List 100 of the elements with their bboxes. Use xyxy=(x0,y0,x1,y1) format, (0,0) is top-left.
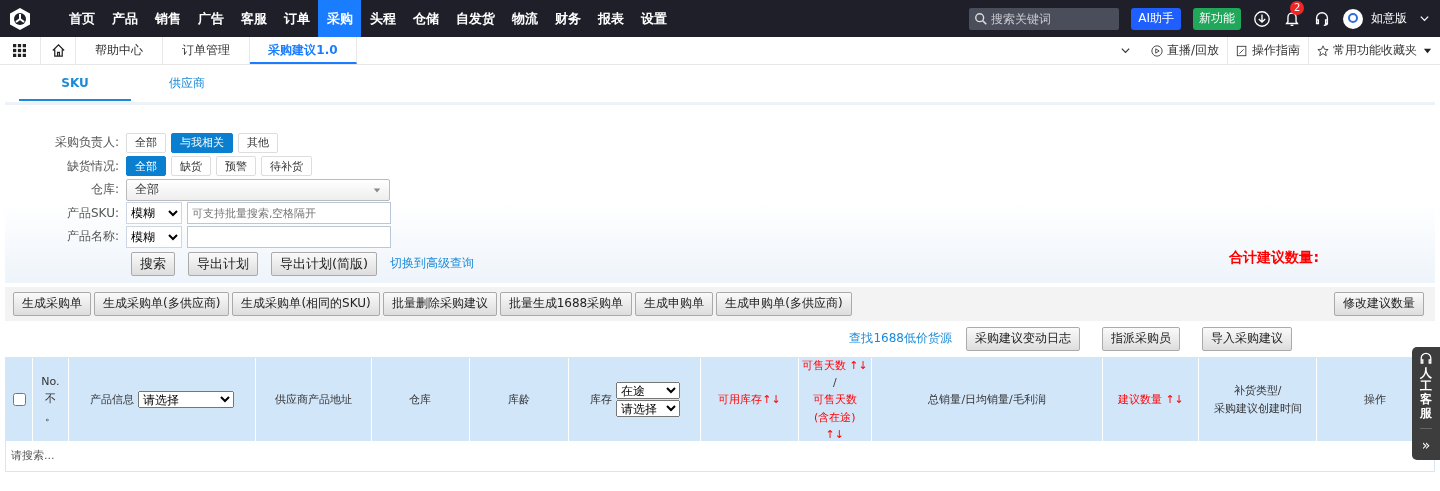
nav-item[interactable]: 客服 xyxy=(232,0,275,37)
column-header: 可用库存↑↓ xyxy=(718,391,781,407)
column-header: 库龄 xyxy=(508,391,531,407)
nav-item[interactable]: 头程 xyxy=(361,0,404,37)
filter-label: 采购负责人: xyxy=(53,134,119,152)
filter-option[interactable]: 预警 xyxy=(216,156,256,177)
column-header: 补货类型/ xyxy=(1233,382,1282,398)
collapse-button[interactable]: » xyxy=(1421,436,1431,453)
nav-item[interactable]: 产品 xyxy=(103,0,146,37)
filter-label: 缺货情况: xyxy=(65,157,119,175)
match-mode-select[interactable]: 模糊 xyxy=(126,202,182,225)
search-icon xyxy=(974,11,989,26)
filter-option[interactable]: 缺货 xyxy=(171,156,211,177)
warehouse-dropdown[interactable]: 全部 xyxy=(126,178,390,201)
match-mode-select[interactable]: 模糊 xyxy=(126,225,182,248)
page-tab[interactable]: 订单管理 xyxy=(163,37,250,64)
action-button[interactable]: 导入采购建议 xyxy=(1202,326,1292,351)
nav-item[interactable]: 采购 xyxy=(318,0,361,37)
star-icon xyxy=(1317,44,1329,57)
nav-item[interactable]: 设置 xyxy=(632,0,675,37)
search-input[interactable] xyxy=(187,225,391,248)
edit-note-icon xyxy=(1236,44,1248,57)
form-button[interactable]: 导出计划(简版) xyxy=(271,251,378,276)
total-suggested-quantity-label: 合计建议数量: xyxy=(1229,248,1319,267)
nav-item[interactable]: 报表 xyxy=(589,0,632,37)
filter-label: 仓库: xyxy=(89,181,119,199)
column-header: 可售天数 ↑↓ xyxy=(801,357,868,373)
action-button[interactable]: 采购建议变动日志 xyxy=(966,326,1080,351)
column-filter-select[interactable]: 请选择 xyxy=(615,399,680,417)
favorites-link[interactable]: 常用功能收藏夹 xyxy=(1333,42,1417,59)
filter-option[interactable]: 其他 xyxy=(238,132,278,153)
filter-label: 产品SKU: xyxy=(66,204,119,222)
edit-quantity-button[interactable]: 修改建议数量 xyxy=(1334,291,1424,316)
headset-icon xyxy=(1418,351,1434,367)
nav-item[interactable]: 自发货 xyxy=(447,0,503,37)
nav-item[interactable]: 首页 xyxy=(60,0,103,37)
dropdown-triangle-icon[interactable] xyxy=(1423,46,1432,55)
chevron-down-icon[interactable] xyxy=(1119,45,1131,56)
select-all-checkbox[interactable] xyxy=(13,392,26,406)
column-header: 采购建议创建时间 xyxy=(1213,400,1302,416)
notification-badge: 2 xyxy=(1290,0,1305,15)
page-tab[interactable]: 采购建议1.0 xyxy=(250,37,357,64)
toolbar-button[interactable]: 批量删除采购建议 xyxy=(382,291,497,316)
toolbar-button[interactable]: 生成采购单 xyxy=(13,291,91,316)
column-header: 总销量/日均销量/毛利润 xyxy=(928,391,1046,407)
column-header: 供应商产品地址 xyxy=(274,391,352,407)
nav-item[interactable]: 财务 xyxy=(546,0,589,37)
dropdown-triangle-icon xyxy=(373,185,381,194)
filter-label: 产品名称: xyxy=(65,228,119,246)
column-header: ↑↓ xyxy=(825,427,845,441)
sub-tab[interactable]: 供应商 xyxy=(131,65,243,101)
search-input[interactable]: 可支持批量搜索,空格隔开 xyxy=(187,202,391,225)
guide-link[interactable]: 操作指南 xyxy=(1252,42,1300,59)
column-header: (含在途) xyxy=(814,409,856,425)
toolbar-button[interactable]: 生成申购单(多供应商) xyxy=(716,291,852,316)
column-filter-select[interactable]: 在途 xyxy=(615,381,680,399)
ai-assistant-button[interactable]: AI助手 xyxy=(1131,7,1181,30)
download-icon[interactable] xyxy=(1253,9,1271,28)
page-tab[interactable]: 帮助中心 xyxy=(76,37,163,64)
toolbar-button[interactable]: 生成采购单(多供应商) xyxy=(94,291,230,316)
logo-icon[interactable] xyxy=(8,6,32,31)
nav-item[interactable]: 仓储 xyxy=(404,0,447,37)
filter-option[interactable]: 待补货 xyxy=(261,156,312,177)
nav-item[interactable]: 广告 xyxy=(189,0,232,37)
headset-icon[interactable] xyxy=(1313,9,1331,28)
column-filter-select[interactable]: 请选择 xyxy=(137,390,234,408)
column-header: 库存 xyxy=(589,391,612,407)
column-header: 仓库 xyxy=(409,391,432,407)
home-icon[interactable] xyxy=(50,43,66,58)
filter-option[interactable]: 与我相关 xyxy=(171,132,233,153)
filter-option[interactable]: 全部 xyxy=(126,132,166,153)
column-header: 。 xyxy=(44,408,56,424)
nav-item[interactable]: 订单 xyxy=(275,0,318,37)
form-button[interactable]: 搜索 xyxy=(131,251,175,276)
column-header: 产品信息 xyxy=(89,391,134,407)
play-icon xyxy=(1150,44,1163,57)
user-name[interactable]: 如意版 xyxy=(1371,10,1407,27)
column-header: 建议数量 ↑↓ xyxy=(1117,391,1184,407)
column-header: 操作 xyxy=(1364,391,1387,407)
live-replay-link[interactable]: 直播/回放 xyxy=(1166,42,1219,59)
avatar-icon[interactable] xyxy=(1343,8,1363,29)
column-header: 可售天数 xyxy=(812,391,857,407)
toolbar-button[interactable]: 生成申购单 xyxy=(635,291,714,316)
column-header: 不 xyxy=(44,390,56,406)
column-header: / xyxy=(832,375,837,389)
filter-option[interactable]: 全部 xyxy=(126,156,166,177)
toolbar-button[interactable]: 批量生成1688采购单 xyxy=(499,291,633,316)
nav-item[interactable]: 物流 xyxy=(503,0,546,37)
empty-table-text: 请搜索... xyxy=(11,448,55,463)
toolbar-button[interactable]: 生成采购单(相同的SKU) xyxy=(232,291,380,316)
column-header: No. xyxy=(41,374,60,388)
customer-service-label[interactable]: 人工客服 xyxy=(1420,367,1432,429)
nav-item[interactable]: 销售 xyxy=(146,0,189,37)
caret-icon[interactable] xyxy=(1419,13,1430,24)
find-source-link[interactable]: 查找1688低价货源 xyxy=(849,330,952,347)
form-button[interactable]: 导出计划 xyxy=(188,251,258,276)
apps-grid-icon[interactable] xyxy=(13,44,26,57)
action-button[interactable]: 指派采购员 xyxy=(1102,326,1180,351)
advanced-search-link[interactable]: 切换到高级查询 xyxy=(390,255,475,272)
search-field[interactable]: 搜索关键词 xyxy=(969,7,1120,30)
